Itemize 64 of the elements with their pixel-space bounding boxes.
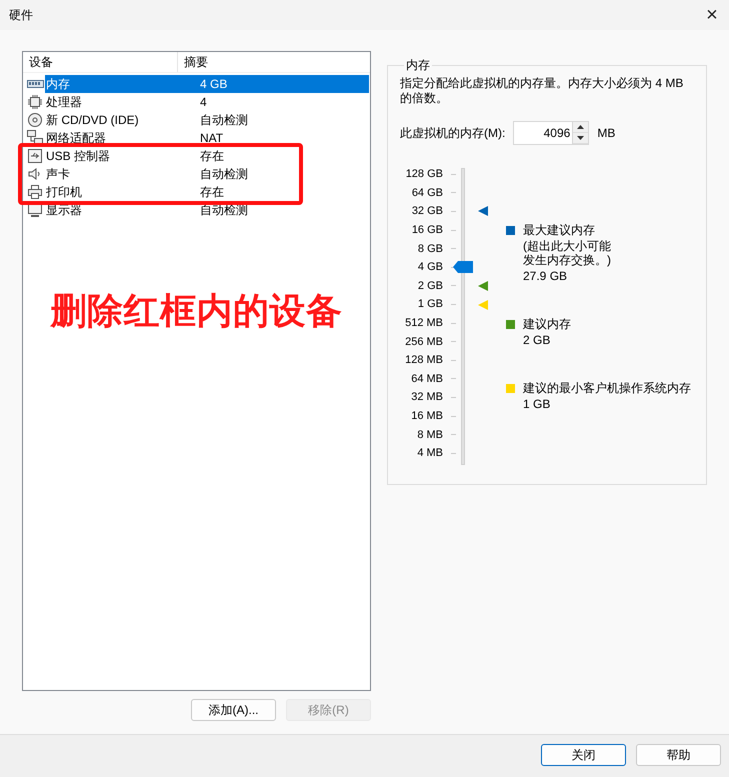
scale-label: 4 MB xyxy=(417,447,443,460)
add-button[interactable]: 添加(A)... xyxy=(191,699,276,721)
device-summary: 4 xyxy=(199,95,207,109)
annotation-text: 删除红框内的设备 xyxy=(49,289,344,333)
scale-label: 8 GB xyxy=(418,242,443,255)
legend-value: 27.9 GB xyxy=(523,269,568,283)
device-row[interactable]: 内存 4 GB xyxy=(45,75,369,93)
disc-icon xyxy=(27,112,43,128)
usb-icon xyxy=(27,148,43,164)
memory-icon xyxy=(26,78,44,90)
scale-label: 128 GB xyxy=(406,168,443,180)
up-arrow-icon[interactable] xyxy=(577,125,584,129)
scale-label: 32 GB xyxy=(412,205,443,218)
device-row[interactable]: 新 CD/DVD (IDE) 自动检测 xyxy=(45,111,369,129)
field-label: 此虚拟机的内存(M): xyxy=(400,124,506,142)
scale-label: 16 MB xyxy=(411,410,443,422)
scale-label: 512 MB xyxy=(405,317,443,330)
scale-label: 64 GB xyxy=(412,186,443,199)
scale-label: 128 MB xyxy=(405,354,443,366)
scale-label: 2 GB xyxy=(418,280,443,292)
device-summary: NAT xyxy=(199,131,224,145)
device-name: 打印机 xyxy=(45,184,83,200)
scale-label: 256 MB xyxy=(405,336,443,348)
device-row[interactable]: 声卡 自动检测 xyxy=(45,165,369,183)
column-header[interactable]: 摘要 xyxy=(178,52,208,72)
slider-thumb[interactable] xyxy=(453,261,473,274)
unit-label: MB xyxy=(597,126,616,140)
device-name: 内存 xyxy=(45,76,71,92)
down-arrow-icon[interactable] xyxy=(577,136,584,140)
device-summary: 自动检测 xyxy=(199,112,248,128)
scale-label: 64 MB xyxy=(411,372,443,385)
device-summary: 存在 xyxy=(199,184,224,200)
legend-value: 1 GB xyxy=(523,397,552,411)
group-title: 内存 xyxy=(405,57,431,74)
device-row[interactable]: 打印机 存在 xyxy=(45,183,369,201)
network-icon xyxy=(27,130,43,146)
device-row[interactable]: 处理器 4 xyxy=(45,93,369,111)
chip-icon xyxy=(27,94,43,110)
legend-label: 建议的最小客户机操作系统内存 xyxy=(523,381,691,395)
printer-icon xyxy=(27,184,43,200)
legend-note: (超出此大小可能发生内存交换。) xyxy=(523,239,612,267)
scale-label: 1 GB xyxy=(418,298,443,310)
legend-value: 2 GB xyxy=(523,333,552,347)
scale-label: 32 MB xyxy=(411,391,443,404)
scale-label: 8 MB xyxy=(417,428,443,441)
scale-label: 16 GB xyxy=(412,224,443,236)
memory-spinbox[interactable]: 4096 xyxy=(513,121,590,145)
close-button[interactable]: × xyxy=(697,3,727,27)
device-name: 声卡 xyxy=(45,166,71,182)
device-summary: 自动检测 xyxy=(199,166,248,182)
device-summary: 4 GB xyxy=(199,77,228,91)
legend-label: 建议内存 xyxy=(523,317,571,331)
description-text: 指定分配给此虚拟机的内存量。内存大小必须为 4 MB 的倍数。 xyxy=(400,76,684,106)
device-summary: 存在 xyxy=(199,148,224,164)
column-header[interactable]: 设备 xyxy=(23,52,178,72)
help-button[interactable]: 帮助 xyxy=(636,744,721,766)
window-title: 硬件 xyxy=(9,6,33,24)
legend-label: 最大建议内存 xyxy=(523,223,596,237)
device-row[interactable]: USB 控制器 存在 xyxy=(45,147,369,165)
device-name: 处理器 xyxy=(45,94,83,110)
scale-label: 4 GB xyxy=(418,261,443,274)
device-name: USB 控制器 xyxy=(45,148,112,164)
close-dialog-button[interactable]: 关闭 xyxy=(541,744,626,766)
device-name: 新 CD/DVD (IDE) xyxy=(45,112,140,128)
